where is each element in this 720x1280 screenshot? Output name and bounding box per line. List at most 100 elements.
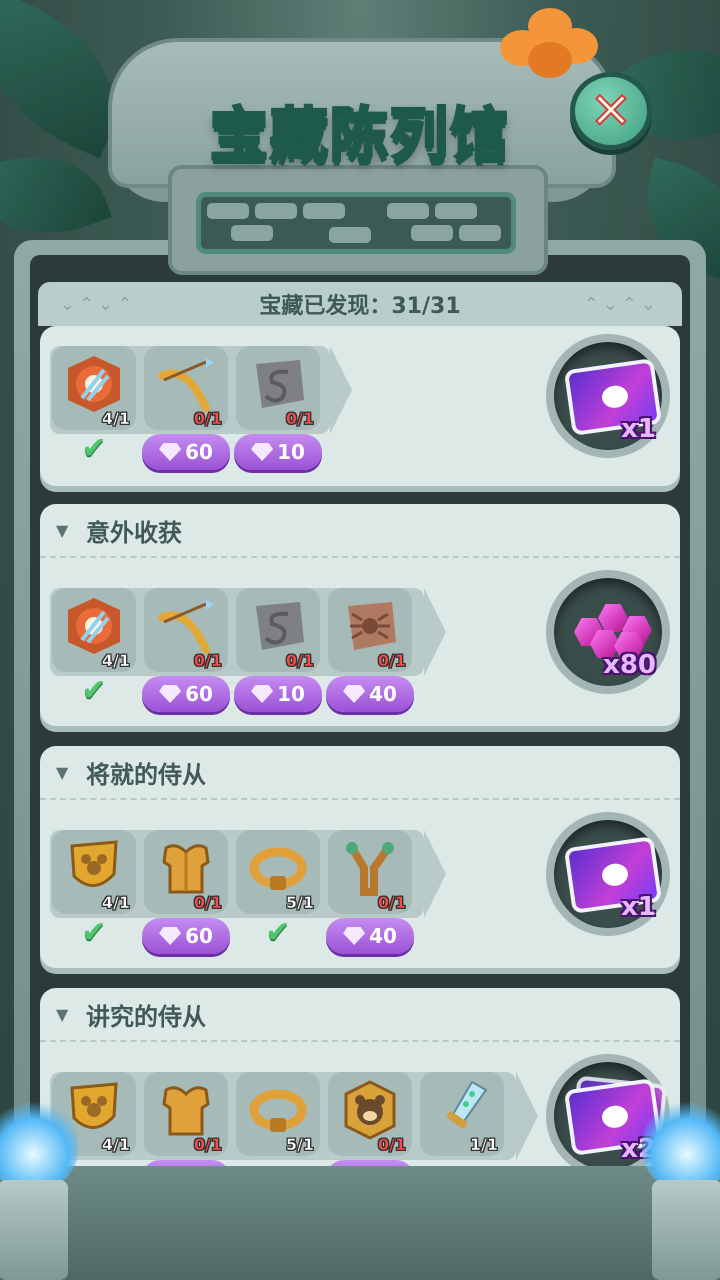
gem-icon <box>343 927 366 945</box>
gem-cost: 40 <box>369 924 397 948</box>
collection-title: 将就的侍从 <box>86 760 206 789</box>
page-title: 宝藏陈列馆 <box>208 100 510 171</box>
treasure-slot <box>196 192 516 254</box>
check-icon: ✔ <box>81 431 107 466</box>
gem-icon <box>159 685 182 703</box>
gem-cost: 60 <box>185 440 213 464</box>
item-count: 0/1 <box>377 651 407 671</box>
gem-cost: 60 <box>185 924 213 948</box>
item-slot[interactable]: 1/1 <box>420 1072 504 1156</box>
mickey-shield-icon <box>70 840 118 887</box>
blue-torch-icon <box>0 1100 88 1280</box>
reward-badge[interactable]: x80 <box>546 570 670 694</box>
collection-header[interactable]: ▼ 意外收获 <box>40 504 680 558</box>
item-slot[interactable]: 0/1 <box>328 588 412 672</box>
item-count: 0/1 <box>377 1135 407 1155</box>
snake-stone-icon <box>256 602 304 650</box>
item-count: 4/1 <box>101 893 131 913</box>
item-count: 5/1 <box>285 1135 315 1155</box>
item-slot[interactable]: 5/1 <box>236 1072 320 1156</box>
gold-armor-icon <box>162 844 210 894</box>
snake-stone-icon <box>256 360 304 408</box>
gem-cost: 10 <box>277 682 305 706</box>
gold-belt-icon <box>249 847 307 890</box>
discovered-count: 宝藏已发现：31/31 <box>259 294 461 319</box>
target-arrows-icon <box>68 598 120 654</box>
collection-title: 讲究的侍从 <box>86 1002 206 1031</box>
item-slot[interactable]: 4/1 <box>52 588 136 672</box>
target-arrows-icon <box>68 356 120 412</box>
item-slot[interactable]: 0/1 <box>236 346 320 430</box>
gem-cost: 40 <box>369 682 397 706</box>
check-icon: ✔ <box>81 673 107 708</box>
item-slot[interactable]: 0/1 <box>144 1072 228 1156</box>
gold-armor-icon <box>162 1086 210 1136</box>
orange-flower-icon <box>500 8 600 78</box>
crystal-dagger-icon <box>446 1080 488 1129</box>
buy-gem-button[interactable]: 10 <box>234 434 322 470</box>
item-count: 0/1 <box>377 893 407 913</box>
item-count: 4/1 <box>101 409 131 429</box>
item-count: 0/1 <box>193 651 223 671</box>
item-count: 1/1 <box>469 1135 499 1155</box>
collection-title: 意外收获 <box>86 518 182 547</box>
bow-arrow-icon <box>158 358 214 412</box>
chevron-down-icon: ▼ <box>56 520 69 540</box>
gem-icon <box>343 685 366 703</box>
item-count: 0/1 <box>193 409 223 429</box>
item-slot[interactable]: 4/1 <box>52 346 136 430</box>
item-slot[interactable]: 4/1 <box>52 830 136 914</box>
collection-card: 4/1 ✔ 0/1 60 0/1 10 x1 <box>40 326 680 486</box>
buy-gem-button[interactable]: 60 <box>142 676 230 712</box>
item-count: 0/1 <box>193 1135 223 1155</box>
buy-gem-button[interactable]: 40 <box>326 918 414 954</box>
collection-card: ▼ 意外收获 4/1 ✔ 0/1 60 0/1 10 0/1 40 x80 <box>40 504 680 726</box>
item-slot[interactable]: 0/1 <box>236 588 320 672</box>
blue-torch-icon <box>632 1100 720 1280</box>
chevron-pattern-icon: ⌃⌄⌃⌄ <box>583 294 660 315</box>
item-slot[interactable]: 0/1 <box>144 346 228 430</box>
item-slot[interactable]: 0/1 <box>328 1072 412 1156</box>
item-count: 4/1 <box>101 651 131 671</box>
discovered-banner: ⌄⌃⌄⌃ 宝藏已发现：31/31 ⌃⌄⌃⌄ <box>38 282 682 326</box>
bear-badge-icon <box>344 1080 396 1140</box>
buy-gem-button[interactable]: 60 <box>142 918 230 954</box>
collection-header[interactable]: ▼ 将就的侍从 <box>40 746 680 800</box>
gem-cost: 60 <box>185 682 213 706</box>
gem-cost: 10 <box>277 440 305 464</box>
reward-amount: x1 <box>621 892 656 922</box>
collection-header[interactable]: ▼ 讲究的侍从 <box>40 988 680 1042</box>
gem-icon <box>159 927 182 945</box>
check-icon: ✔ <box>265 915 291 950</box>
item-slot[interactable]: 0/1 <box>144 830 228 914</box>
buy-gem-button[interactable]: 40 <box>326 676 414 712</box>
gem-icon <box>159 443 182 461</box>
reward-badge[interactable]: x1 <box>546 812 670 936</box>
gold-belt-icon <box>249 1089 307 1132</box>
item-count: 0/1 <box>285 651 315 671</box>
collection-list[interactable]: 4/1 ✔ 0/1 60 0/1 10 x1 ▼ 意外收获 4/1 ✔ 0/1 … <box>40 326 680 1168</box>
reward-amount: x80 <box>603 650 656 680</box>
bottom-frame <box>0 1166 720 1280</box>
item-count: 4/1 <box>101 1135 131 1155</box>
gem-icon <box>251 685 274 703</box>
reward-badge[interactable]: x1 <box>546 334 670 458</box>
chevron-down-icon: ▼ <box>56 1004 69 1024</box>
bow-arrow-icon <box>158 600 214 654</box>
close-button[interactable]: ✕ <box>570 72 652 150</box>
item-count: 5/1 <box>285 893 315 913</box>
spider-stone-icon <box>348 602 396 650</box>
reward-amount: x1 <box>621 414 656 444</box>
collection-card: ▼ 将就的侍从 4/1 ✔ 0/1 60 5/1 ✔ 0/1 40 x1 <box>40 746 680 968</box>
item-slot[interactable]: 5/1 <box>236 830 320 914</box>
chevron-pattern-icon: ⌄⌃⌄⌃ <box>60 294 137 315</box>
close-x-icon: ✕ <box>589 81 633 141</box>
buy-gem-button[interactable]: 60 <box>142 434 230 470</box>
chevron-down-icon: ▼ <box>56 762 69 782</box>
item-count: 0/1 <box>193 893 223 913</box>
item-slot[interactable]: 0/1 <box>328 830 412 914</box>
collection-card: ▼ 讲究的侍从 4/1 0/1 5/1 0/1 1/1 x2 <box>40 988 680 1168</box>
item-slot[interactable]: 0/1 <box>144 588 228 672</box>
slingshot-icon <box>346 842 394 896</box>
buy-gem-button[interactable]: 10 <box>234 676 322 712</box>
